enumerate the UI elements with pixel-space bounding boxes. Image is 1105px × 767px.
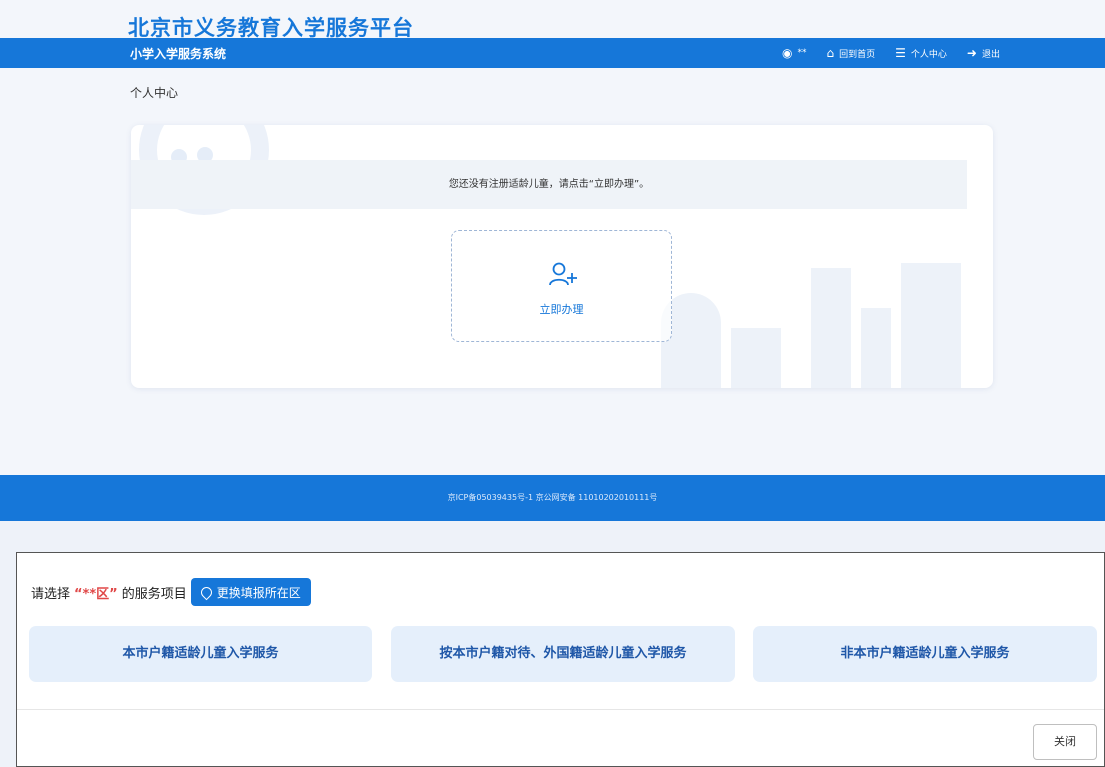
home-icon[interactable]: ⌂ bbox=[826, 47, 834, 59]
list-icon[interactable]: ☰ bbox=[895, 47, 906, 59]
register-now-button[interactable]: 立即办理 bbox=[451, 230, 672, 342]
user-icon[interactable]: ◉ bbox=[782, 47, 792, 59]
service-option-non-local[interactable]: 非本市户籍适龄儿童入学服务 bbox=[753, 626, 1097, 682]
content-card: 您还没有注册适龄儿童，请点击“立即办理”。 立即办理 bbox=[131, 125, 993, 388]
breadcrumb: 个人中心 bbox=[130, 86, 179, 100]
notice-message: 您还没有注册适龄儿童，请点击“立即办理”。 bbox=[131, 160, 967, 209]
service-option-local[interactable]: 本市户籍适龄儿童入学服务 bbox=[29, 626, 372, 682]
add-user-icon bbox=[549, 262, 577, 286]
prompt-prefix: 请选择 bbox=[31, 586, 71, 602]
user-name[interactable]: ** bbox=[797, 48, 806, 58]
system-name: 小学入学服务系统 bbox=[130, 47, 227, 61]
navbar: 小学入学服务系统 ◉ ** ⌂ 回到首页 ☰ 个人中心 ➜ 退出 bbox=[0, 38, 1105, 68]
main-page: 北京市义务教育入学服务平台 小学入学服务系统 ◉ ** ⌂ 回到首页 ☰ 个人中… bbox=[0, 0, 1105, 521]
close-button[interactable]: 关闭 bbox=[1033, 724, 1097, 760]
location-pin-icon bbox=[198, 584, 214, 600]
personal-center-link[interactable]: 个人中心 bbox=[911, 47, 947, 60]
district-name: “**区” bbox=[74, 586, 118, 602]
change-district-button[interactable]: 更换填报所在区 bbox=[190, 578, 311, 606]
city-skyline-decoration bbox=[651, 258, 981, 388]
service-option-equivalent-foreign[interactable]: 按本市户籍对待、外国籍适龄儿童入学服务 bbox=[391, 626, 735, 682]
dialog-prompt: 请选择 “**区” 的服务项目 更换填报所在区 bbox=[31, 578, 311, 606]
home-link[interactable]: 回到首页 bbox=[839, 47, 875, 60]
logout-link[interactable]: 退出 bbox=[982, 47, 1000, 60]
register-now-label: 立即办理 bbox=[539, 303, 584, 316]
prompt-suffix: 的服务项目 bbox=[121, 586, 187, 602]
dialog-divider bbox=[17, 709, 1104, 710]
footer: 京ICP备05039435号-1 京公网安备 11010202010111号 bbox=[0, 475, 1105, 521]
change-district-label: 更换填报所在区 bbox=[216, 585, 301, 600]
logout-icon[interactable]: ➜ bbox=[967, 47, 977, 59]
service-select-dialog: 请选择 “**区” 的服务项目 更换填报所在区 本市户籍适龄儿童入学服务 按本市… bbox=[16, 552, 1105, 767]
nav-links: ◉ ** ⌂ 回到首页 ☰ 个人中心 ➜ 退出 bbox=[782, 38, 1000, 68]
